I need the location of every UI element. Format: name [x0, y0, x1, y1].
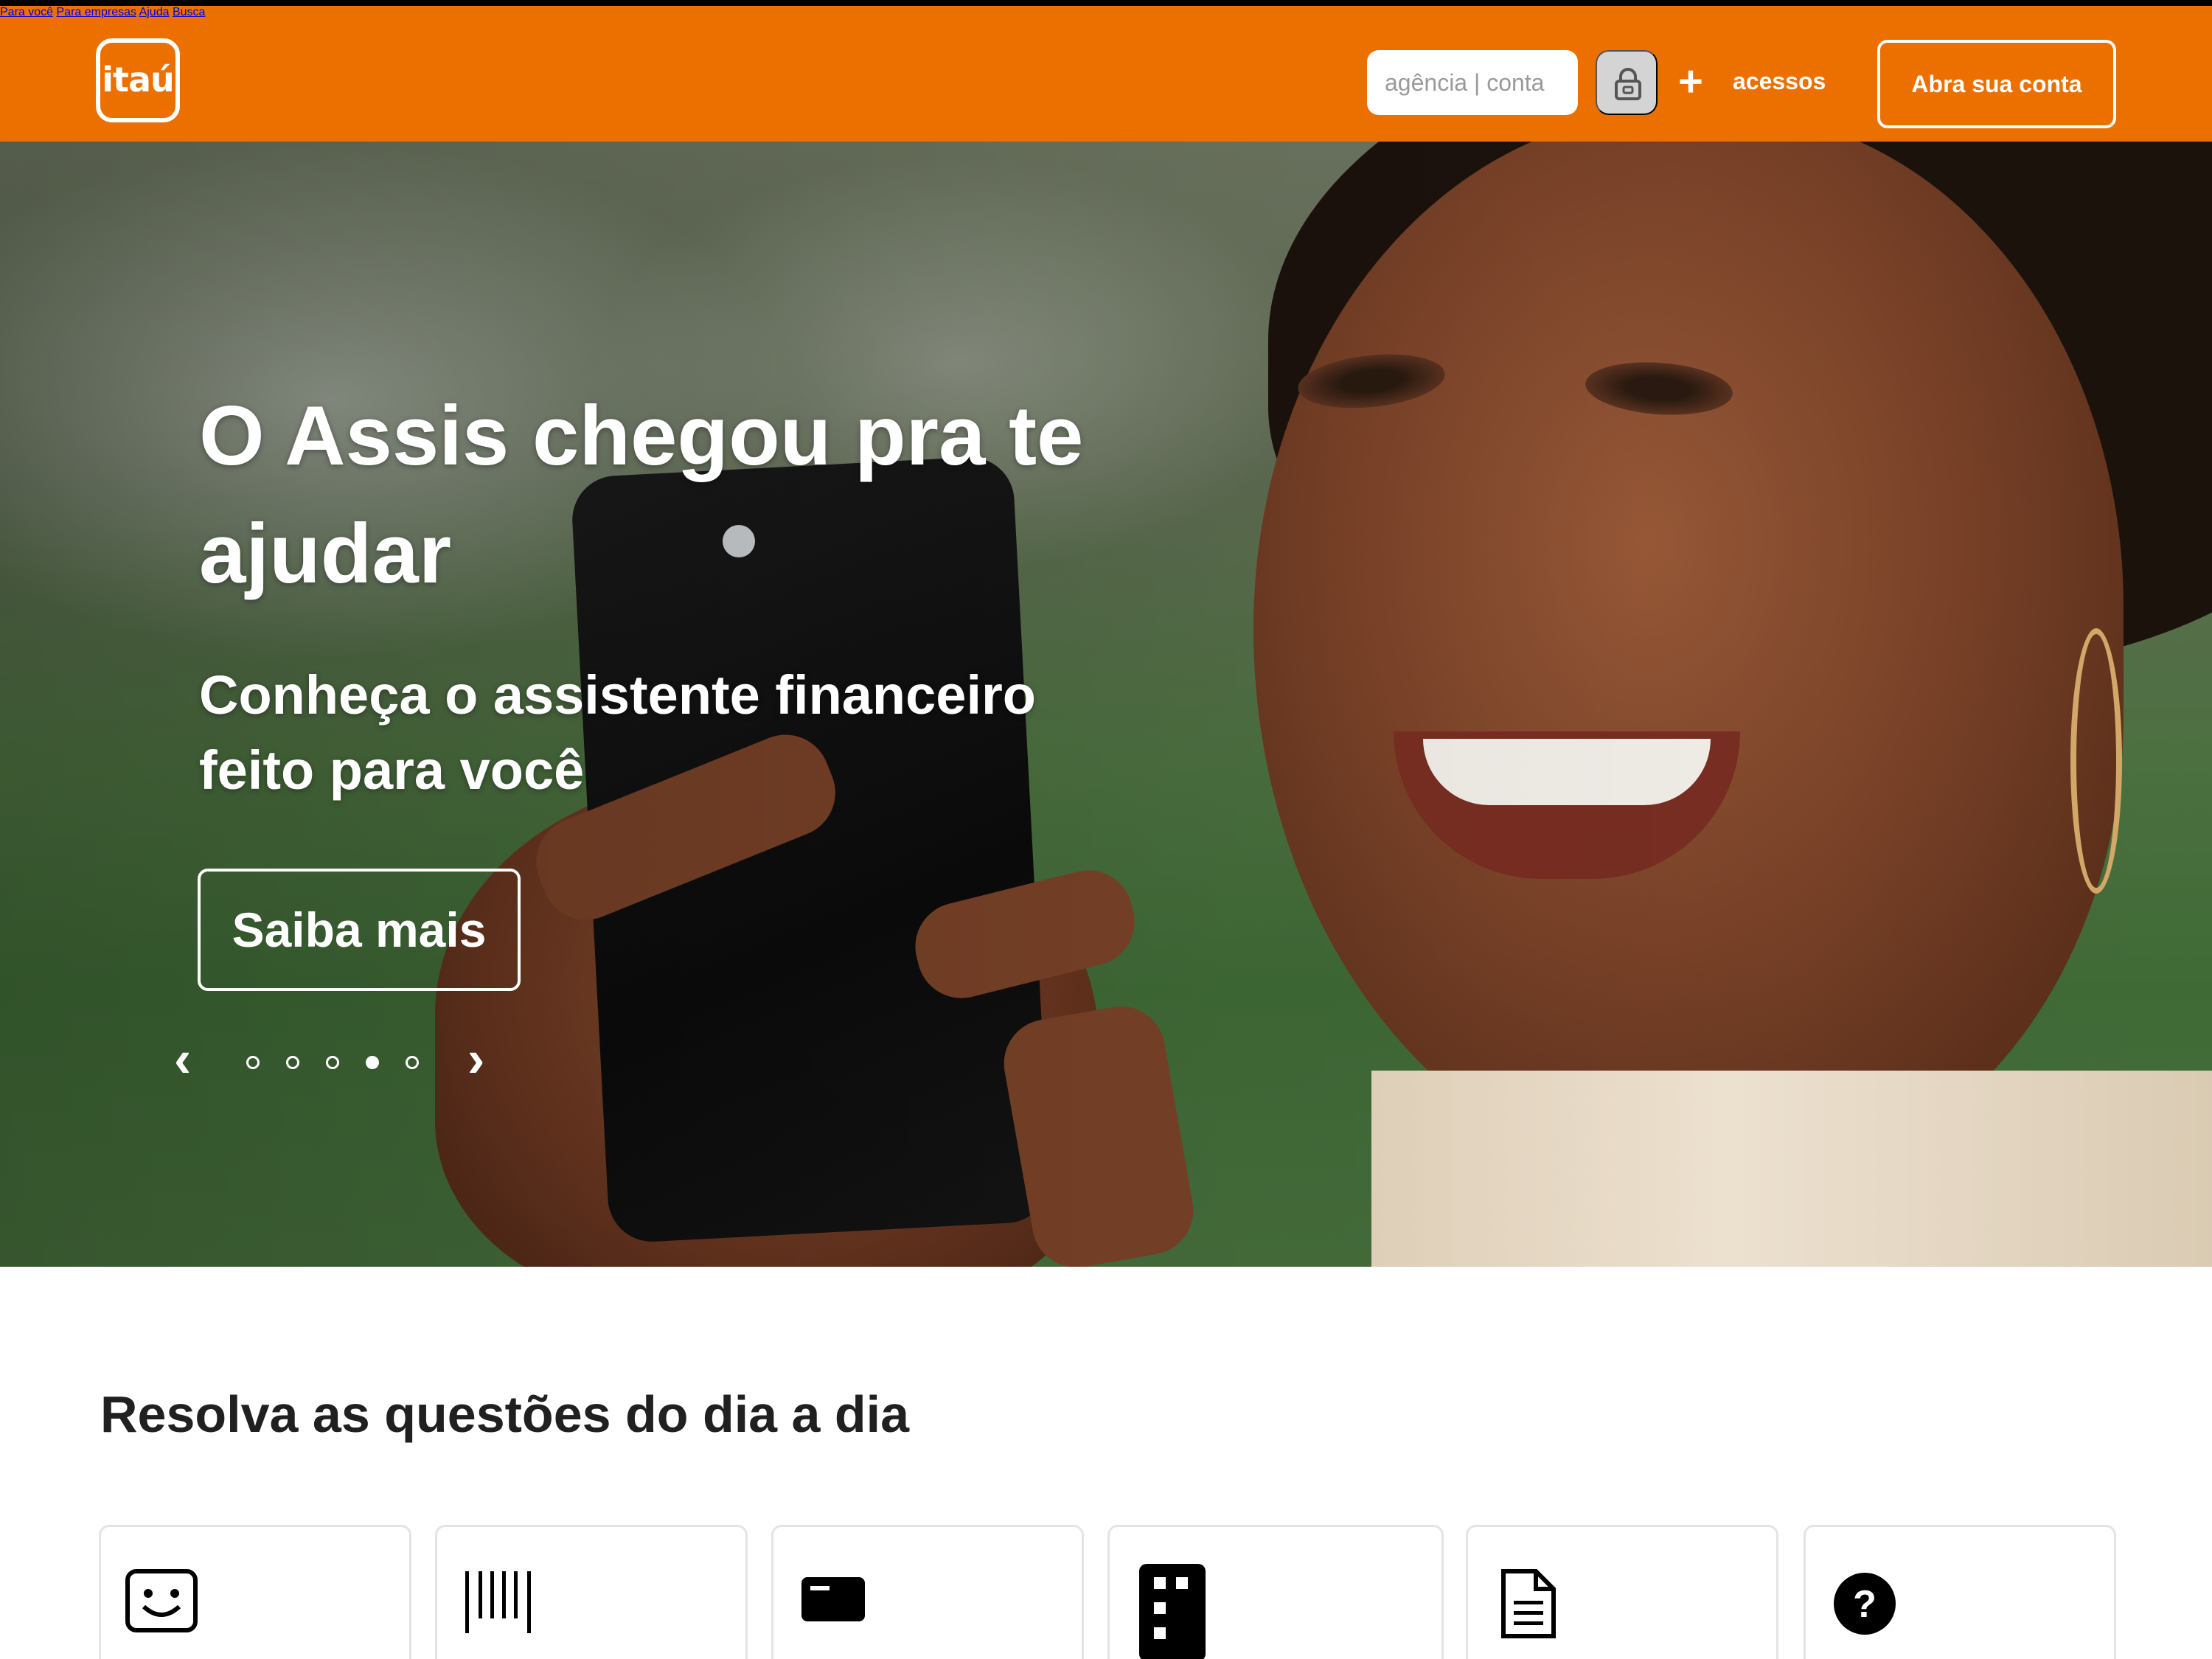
hero-banner: O Assis chegou pra te ajudar Conheça o a… [0, 142, 2212, 1267]
carousel-next-icon[interactable]: › [467, 1033, 497, 1085]
carousel-dot[interactable] [286, 1056, 299, 1069]
top-header: itaú Para você Para empresas Ajuda Busca… [0, 0, 2212, 142]
quick-card-help-assistant[interactable] [99, 1525, 411, 1659]
plus-icon[interactable]: + [1678, 60, 1703, 103]
section-title: Resolva as questões do dia a dia [100, 1385, 910, 1443]
svg-text:?: ? [1853, 1583, 1877, 1626]
hero-title: O Assis chegou pra te ajudar [199, 389, 1084, 601]
quick-card-card[interactable] [771, 1525, 1084, 1659]
carousel-dot[interactable] [406, 1056, 419, 1069]
document-icon [1501, 1569, 1556, 1638]
token-icon [1139, 1564, 1206, 1659]
carousel-dot[interactable] [326, 1056, 339, 1069]
learn-more-button[interactable]: Saiba mais [198, 869, 521, 991]
quick-card-documents[interactable] [1466, 1525, 1778, 1659]
carousel-prev-icon[interactable]: ‹ [174, 1033, 204, 1085]
quick-card-token[interactable] [1107, 1525, 1444, 1659]
agency-account-input[interactable] [1367, 50, 1578, 115]
open-account-button[interactable]: Abra sua conta [1877, 40, 2116, 128]
nav-busca[interactable]: Busca [173, 6, 205, 18]
hero-subtitle: Conheça o assistente financeiro feito pa… [199, 664, 1037, 801]
itau-logo[interactable]: itaú [96, 38, 180, 122]
nav-ajuda[interactable]: Ajuda [139, 6, 170, 18]
lock-icon [1615, 68, 1641, 100]
quick-card-barcode[interactable] [435, 1525, 748, 1659]
card-icon [801, 1577, 865, 1621]
carousel-dot-active[interactable] [366, 1056, 379, 1069]
carousel-dot[interactable] [246, 1056, 260, 1069]
quick-card-help[interactable]: ? [1804, 1525, 2116, 1659]
smiley-face-icon [125, 1569, 198, 1632]
nav-para-empresas[interactable]: Para empresas [57, 6, 137, 18]
nav-para-voce[interactable]: Para você [0, 6, 53, 18]
barcode-icon [465, 1571, 531, 1633]
more-access-link[interactable]: acessos [1733, 68, 1826, 95]
help-circle-icon: ? [1834, 1573, 1896, 1635]
login-button[interactable] [1596, 50, 1658, 115]
